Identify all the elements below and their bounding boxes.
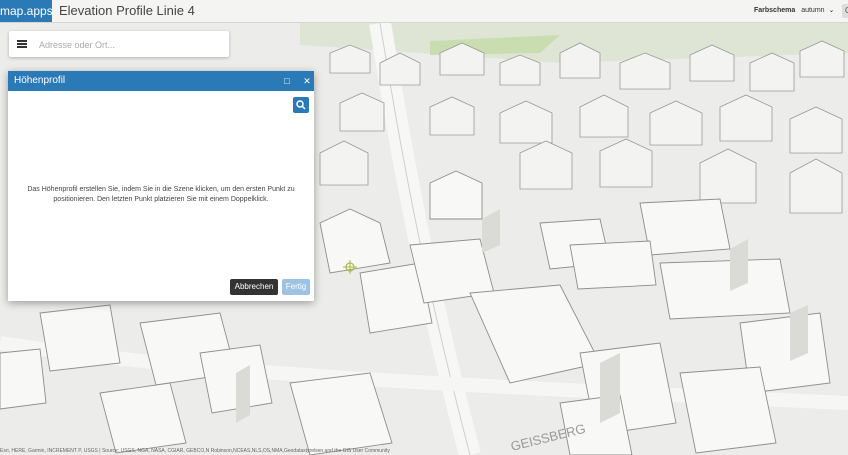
dialog-header[interactable]: Höhenprofil □ ✕: [8, 71, 314, 91]
chevron-down-icon: ⌄: [828, 7, 835, 14]
topbar-edge-button[interactable]: C: [842, 4, 848, 18]
settings-tool-button[interactable]: [293, 97, 309, 113]
dialog-title: Höhenprofil: [14, 75, 66, 86]
color-scheme-value[interactable]: autumn: [801, 7, 824, 14]
search-input[interactable]: [37, 35, 227, 55]
hamburger-menu-icon[interactable]: [17, 40, 27, 48]
instruction-text: Das Höhenprofil erstellen Sie, indem Sie…: [27, 186, 295, 203]
search-bar: [9, 31, 229, 57]
app-title: Elevation Profile Linie 4: [59, 3, 195, 18]
color-scheme-label: Farbschema: [754, 7, 796, 14]
cancel-button[interactable]: Abbrechen: [230, 279, 278, 295]
app-header: map.apps Elevation Profile Linie 4 Farbs…: [0, 0, 848, 23]
tool-icon: [296, 100, 306, 110]
close-icon[interactable]: ✕: [300, 71, 314, 91]
elevation-profile-dialog: Höhenprofil □ ✕ Das Höhenprofil erstelle…: [8, 71, 314, 301]
done-button[interactable]: Fertig: [282, 279, 310, 295]
map-attribution: Esri, HERE, Garmin, INCREMENT P, USGS | …: [0, 448, 390, 454]
app-brand[interactable]: map.apps: [0, 0, 53, 22]
maximize-icon[interactable]: □: [280, 71, 294, 91]
color-scheme-selector[interactable]: Farbschema autumn ⌄: [754, 0, 834, 22]
